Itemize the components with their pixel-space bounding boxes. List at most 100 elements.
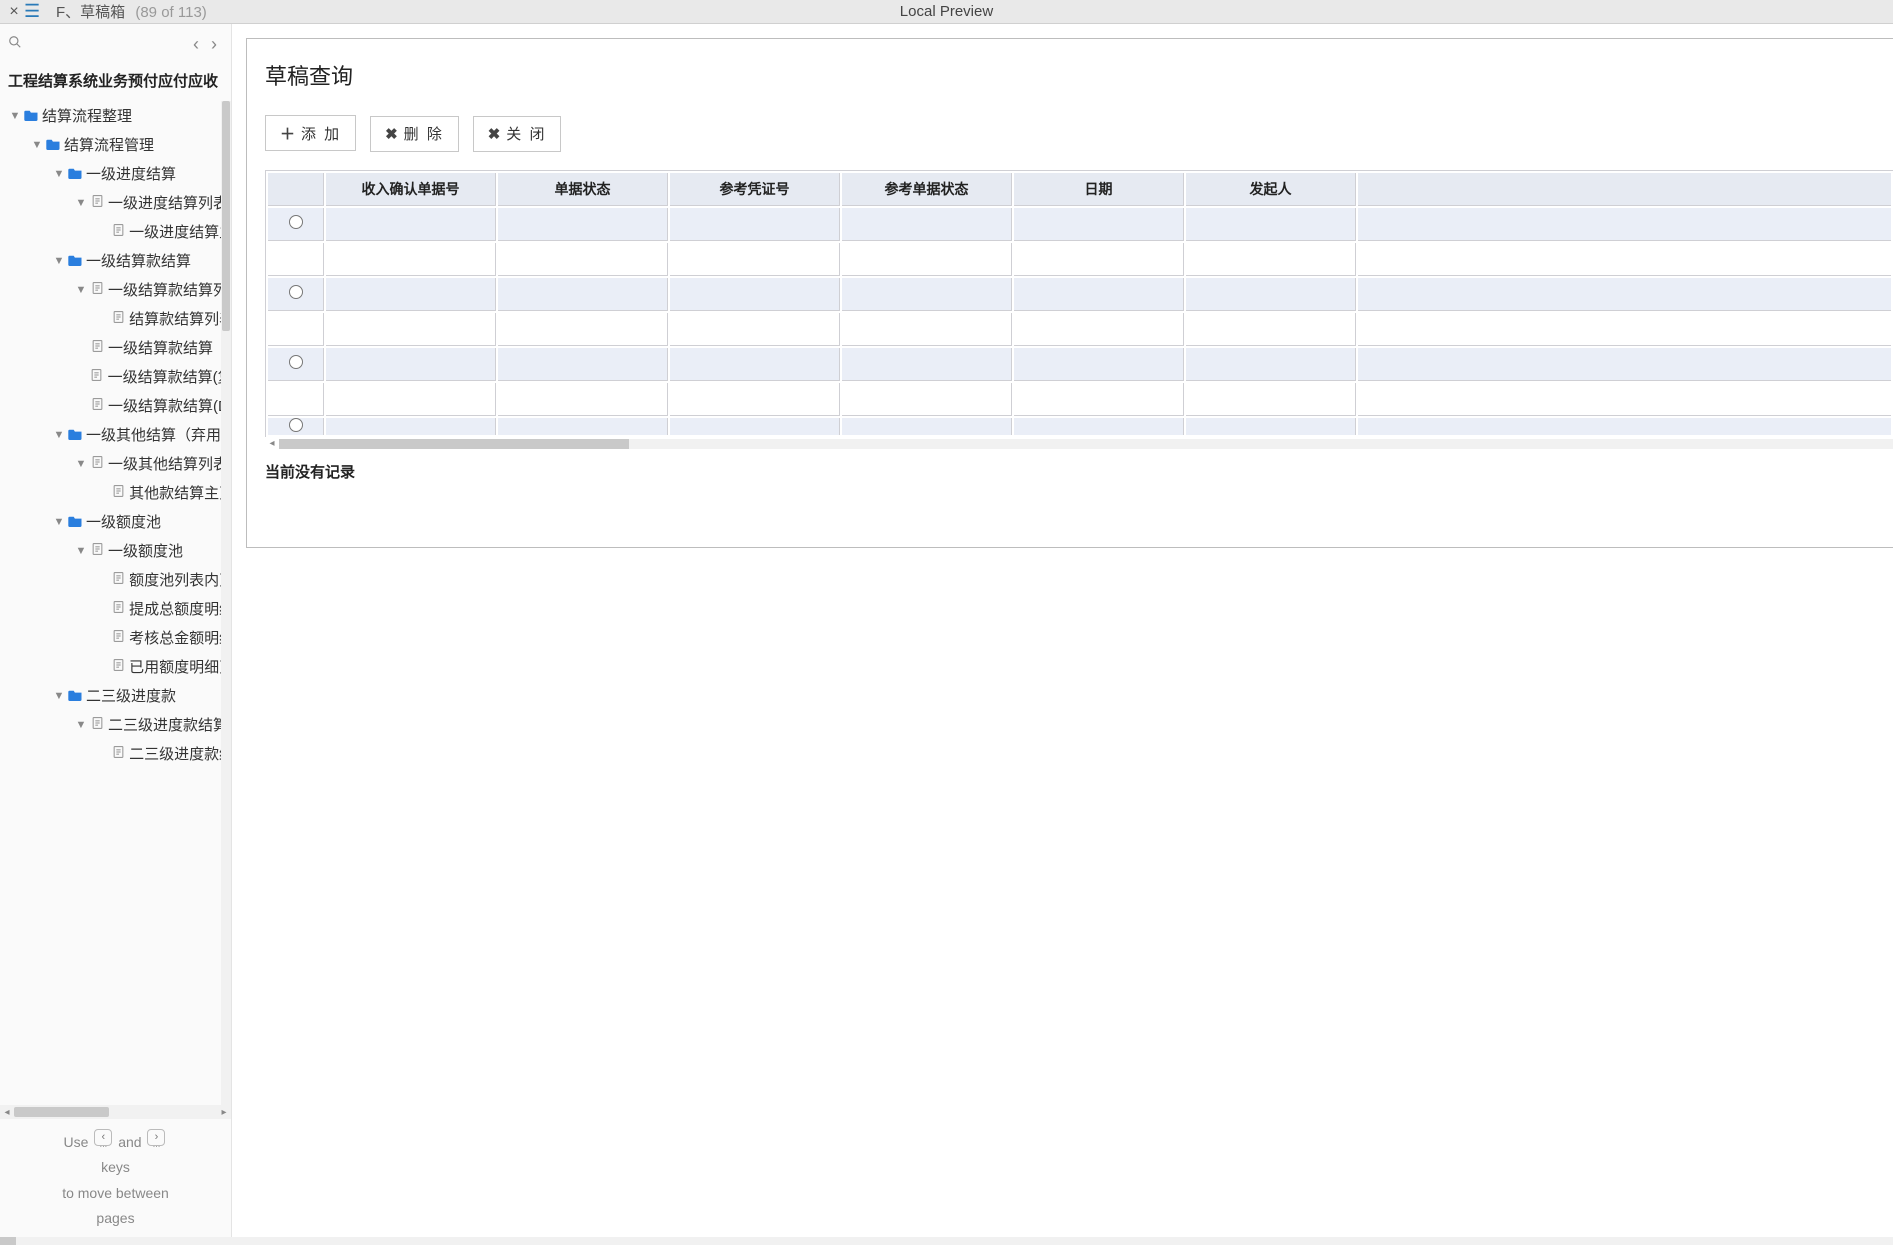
caret-down-icon[interactable]: ▼ bbox=[74, 545, 88, 557]
tree-item[interactable]: ▼一级结算款结算列 bbox=[2, 275, 231, 304]
caret-down-icon[interactable]: ▼ bbox=[52, 255, 66, 267]
cell[interactable] bbox=[326, 313, 496, 346]
cell-select[interactable] bbox=[268, 278, 324, 311]
cell[interactable] bbox=[498, 278, 668, 311]
sidebar-scrollbar-horizontal[interactable]: ◂ ▸ bbox=[0, 1105, 231, 1119]
cell[interactable] bbox=[1186, 383, 1356, 416]
caret-down-icon[interactable]: ▼ bbox=[74, 458, 88, 470]
cell[interactable] bbox=[670, 383, 840, 416]
cell-select[interactable] bbox=[268, 418, 324, 435]
cell[interactable] bbox=[670, 243, 840, 276]
tree-item[interactable]: ▼一级进度结算列表 bbox=[2, 188, 231, 217]
grid-header[interactable]: 参考单据状态 bbox=[842, 173, 1012, 206]
window-scrollbar-horizontal[interactable] bbox=[0, 1237, 1893, 1245]
cell[interactable] bbox=[1186, 418, 1356, 435]
delete-button[interactable]: ✖ 删 除 bbox=[370, 116, 459, 152]
next-page-icon[interactable]: › bbox=[205, 34, 223, 55]
tree-item[interactable]: ▼一级额度池 bbox=[2, 507, 231, 536]
cell[interactable] bbox=[498, 348, 668, 381]
table-row[interactable] bbox=[268, 208, 1891, 241]
caret-down-icon[interactable]: ▼ bbox=[52, 168, 66, 180]
close-icon[interactable]: × bbox=[4, 3, 24, 21]
grid-header[interactable]: 收入确认单据号 bbox=[326, 173, 496, 206]
cell[interactable] bbox=[1186, 278, 1356, 311]
cell[interactable] bbox=[1186, 348, 1356, 381]
cell[interactable] bbox=[842, 208, 1012, 241]
tree-item[interactable]: 二三级进度款结 bbox=[2, 739, 231, 768]
cell[interactable] bbox=[326, 243, 496, 276]
sidebar-scrollbar-vertical[interactable] bbox=[221, 101, 231, 1105]
table-row[interactable] bbox=[268, 418, 1891, 435]
grid-header[interactable]: 单据状态 bbox=[498, 173, 668, 206]
cell[interactable] bbox=[1014, 208, 1184, 241]
cell[interactable] bbox=[1014, 313, 1184, 346]
breadcrumb[interactable]: F、草稿箱 (89 of 113) bbox=[56, 1, 207, 22]
tree-item[interactable]: 结算款结算列表 bbox=[2, 304, 231, 333]
tree-item[interactable]: 额度池列表内页 bbox=[2, 565, 231, 594]
row-radio[interactable] bbox=[289, 418, 303, 432]
tree-item[interactable]: 提成总额度明细 bbox=[2, 594, 231, 623]
table-row[interactable] bbox=[268, 243, 1891, 276]
cell-select[interactable] bbox=[268, 208, 324, 241]
cell[interactable] bbox=[1014, 418, 1184, 435]
cell[interactable] bbox=[842, 383, 1012, 416]
table-row[interactable] bbox=[268, 278, 1891, 311]
cell[interactable] bbox=[326, 383, 496, 416]
tree-item[interactable]: ▼二三级进度款 bbox=[2, 681, 231, 710]
cell[interactable] bbox=[1014, 278, 1184, 311]
caret-down-icon[interactable]: ▼ bbox=[74, 284, 88, 296]
row-radio[interactable] bbox=[289, 215, 303, 229]
add-button[interactable]: ＋ 添 加 bbox=[265, 115, 356, 151]
tree-item[interactable]: ▼一级其他结算列表 bbox=[2, 449, 231, 478]
tree-item[interactable]: ▼结算流程管理 bbox=[2, 130, 231, 159]
cell[interactable] bbox=[842, 348, 1012, 381]
cell[interactable] bbox=[498, 313, 668, 346]
cell[interactable] bbox=[498, 208, 668, 241]
cell[interactable] bbox=[670, 348, 840, 381]
tree-item[interactable]: ▼二三级进度款结算 bbox=[2, 710, 231, 739]
caret-down-icon[interactable]: ▼ bbox=[74, 719, 88, 731]
cell[interactable] bbox=[842, 243, 1012, 276]
cell[interactable] bbox=[326, 278, 496, 311]
tree-item[interactable]: 一级结算款结算(复 bbox=[2, 362, 231, 391]
caret-down-icon[interactable]: ▼ bbox=[8, 110, 22, 122]
grid-header[interactable]: 发起人 bbox=[1186, 173, 1356, 206]
tree-item[interactable]: 考核总金额明细 bbox=[2, 623, 231, 652]
cell[interactable] bbox=[842, 313, 1012, 346]
cell[interactable] bbox=[670, 278, 840, 311]
cell[interactable] bbox=[842, 278, 1012, 311]
table-row[interactable] bbox=[268, 348, 1891, 381]
cell-select[interactable] bbox=[268, 243, 324, 276]
close-button[interactable]: ✖ 关 闭 bbox=[473, 116, 562, 152]
search-icon[interactable] bbox=[8, 35, 22, 54]
cell[interactable] bbox=[326, 208, 496, 241]
tree-item[interactable]: 其他款结算主页 bbox=[2, 478, 231, 507]
caret-down-icon[interactable]: ▼ bbox=[74, 197, 88, 209]
grid-scrollbar-horizontal[interactable]: ◂ bbox=[265, 437, 1893, 451]
cell[interactable] bbox=[498, 418, 668, 435]
tree-item[interactable]: ▼一级其他结算（弃用 bbox=[2, 420, 231, 449]
table-row[interactable] bbox=[268, 383, 1891, 416]
caret-down-icon[interactable]: ▼ bbox=[52, 429, 66, 441]
cell[interactable] bbox=[670, 313, 840, 346]
cell-select[interactable] bbox=[268, 383, 324, 416]
row-radio[interactable] bbox=[289, 285, 303, 299]
tree-item[interactable]: 已用额度明细页 bbox=[2, 652, 231, 681]
cell-select[interactable] bbox=[268, 313, 324, 346]
hamburger-icon[interactable]: ☰ bbox=[24, 1, 50, 22]
cell[interactable] bbox=[1014, 348, 1184, 381]
cell[interactable] bbox=[498, 383, 668, 416]
grid-header[interactable]: 日期 bbox=[1014, 173, 1184, 206]
cell[interactable] bbox=[498, 243, 668, 276]
table-row[interactable] bbox=[268, 313, 1891, 346]
chevron-right-icon[interactable]: ▸ bbox=[217, 1107, 231, 1118]
cell[interactable] bbox=[1186, 208, 1356, 241]
tree-item[interactable]: ▼一级额度池 bbox=[2, 536, 231, 565]
cell-select[interactable] bbox=[268, 348, 324, 381]
cell[interactable] bbox=[842, 418, 1012, 435]
caret-down-icon[interactable]: ▼ bbox=[30, 139, 44, 151]
row-radio[interactable] bbox=[289, 355, 303, 369]
chevron-left-icon[interactable]: ◂ bbox=[0, 1107, 14, 1118]
tree-item[interactable]: ▼一级进度结算 bbox=[2, 159, 231, 188]
cell[interactable] bbox=[1186, 243, 1356, 276]
